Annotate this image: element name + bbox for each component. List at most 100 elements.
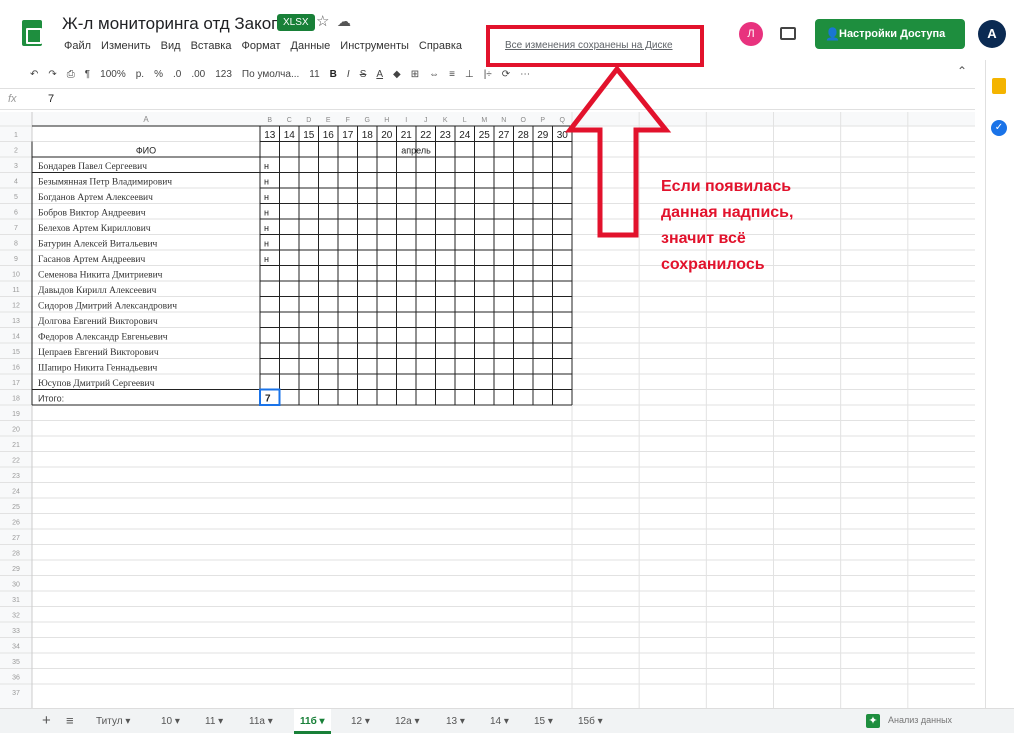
- align-icon[interactable]: ≡: [449, 69, 455, 80]
- row-number: 8: [14, 241, 18, 248]
- menu-edit[interactable]: Изменить: [101, 40, 151, 52]
- collaborator-avatar[interactable]: Л: [739, 22, 763, 46]
- sheet-tab[interactable]: 11б ▾: [294, 709, 331, 734]
- sheet-tab[interactable]: 11а ▾: [243, 709, 279, 734]
- sheet-tab[interactable]: 11 ▾: [199, 709, 229, 734]
- row-number: 29: [12, 566, 20, 573]
- fill-color-icon[interactable]: ◆: [393, 69, 401, 80]
- col-letter: I: [405, 117, 407, 124]
- rotate-icon[interactable]: ⟳: [502, 69, 510, 80]
- row-number: 25: [12, 504, 20, 511]
- all-sheets-icon[interactable]: ≡: [66, 713, 74, 728]
- user-avatar[interactable]: A: [978, 20, 1006, 48]
- row-number: 4: [14, 179, 18, 186]
- formula-bar: fx 7: [0, 88, 975, 110]
- percent-button[interactable]: %: [154, 69, 163, 80]
- day-number: 22: [420, 130, 432, 141]
- share-button[interactable]: 👤 Настройки Доступа: [815, 19, 965, 49]
- collapse-icon[interactable]: ⌃: [957, 64, 967, 78]
- sheet-tab[interactable]: 14 ▾: [484, 709, 515, 734]
- annotation-text: Если появилась данная надпись, значит вс…: [661, 178, 794, 273]
- more-icon[interactable]: ⋯: [520, 69, 530, 80]
- paint-format-icon[interactable]: ¶: [85, 69, 90, 80]
- formula-input[interactable]: 7: [48, 93, 54, 105]
- explore-label: Анализ данных: [888, 715, 953, 725]
- fio-header: ФИО: [136, 146, 156, 156]
- row-number: 18: [12, 396, 20, 403]
- number-format-select[interactable]: 123: [215, 69, 232, 80]
- menu-tools[interactable]: Инструменты: [340, 40, 409, 52]
- text-color-button[interactable]: A: [376, 69, 383, 80]
- explore-icon: ✦: [866, 714, 880, 728]
- total-label: Итого:: [38, 394, 64, 404]
- student-name: Шапиро Никита Геннадьевич: [38, 364, 158, 374]
- sheet-tab[interactable]: 10 ▾: [155, 709, 186, 734]
- wrap-icon[interactable]: |÷: [484, 69, 492, 80]
- student-name: Бобров Виктор Андреевич: [38, 208, 146, 219]
- fx-icon: fx: [8, 93, 17, 105]
- spreadsheet-grid[interactable]: A B C D E F G H I J K L M N O P Q 1 2 3 4 5 6 7 8 9 10 11 12 13 14 15 16…: [0, 112, 975, 708]
- row-number: 2: [14, 148, 18, 155]
- decimal-decrease-button[interactable]: .0: [173, 69, 181, 80]
- student-name: Федоров Александр Евгеньевич: [38, 333, 168, 343]
- highlight-box: [486, 25, 704, 67]
- decimal-increase-button[interactable]: .00: [191, 69, 205, 80]
- add-sheet-icon[interactable]: +: [42, 712, 51, 729]
- attendance-mark: н: [264, 161, 269, 171]
- italic-button[interactable]: I: [347, 69, 350, 80]
- col-letter: M: [481, 117, 487, 124]
- document-title[interactable]: Ж-л мониторинга отд Закопко: [62, 14, 297, 34]
- menu-insert[interactable]: Вставка: [191, 40, 232, 52]
- grid-canvas[interactable]: A B C D E F G H I J K L M N O P Q12345678910111213141516…: [0, 112, 975, 708]
- day-number: 13: [264, 130, 276, 141]
- star-icon[interactable]: ☆: [316, 12, 329, 30]
- row-number: 36: [12, 675, 20, 682]
- attendance-mark: н: [264, 254, 269, 264]
- sheet-tab[interactable]: 15 ▾: [528, 709, 559, 734]
- day-number: 16: [323, 130, 335, 141]
- menu-data[interactable]: Данные: [291, 40, 331, 52]
- sheet-tab[interactable]: Титул ▾: [90, 709, 136, 734]
- menu-format[interactable]: Формат: [241, 40, 280, 52]
- day-number: 17: [342, 130, 354, 141]
- menu-file[interactable]: Файл: [64, 40, 91, 52]
- comments-icon[interactable]: [780, 27, 796, 40]
- day-number: 30: [557, 130, 569, 141]
- zoom-select[interactable]: 100%: [100, 69, 126, 80]
- bold-button[interactable]: B: [330, 69, 337, 80]
- drive-icon[interactable]: ☁: [337, 13, 351, 30]
- redo-icon[interactable]: ↷: [48, 69, 56, 80]
- side-panel: ✓: [985, 60, 1014, 733]
- student-name: Гасанов Артем Андреевич: [38, 255, 145, 265]
- font-size-select[interactable]: 11: [309, 69, 319, 80]
- sheet-tab[interactable]: 15б ▾: [572, 709, 609, 734]
- student-name: Бондарев Павел Сергеевич: [38, 162, 147, 172]
- col-letter: Q: [560, 117, 566, 124]
- print-icon[interactable]: ⎙: [67, 69, 75, 80]
- day-number: 14: [284, 130, 296, 141]
- font-select[interactable]: По умолча...: [242, 69, 299, 80]
- explore-button[interactable]: ✦ Анализ данных: [866, 714, 984, 730]
- col-letter: A: [143, 115, 149, 124]
- row-number: 26: [12, 520, 20, 527]
- menu-help[interactable]: Справка: [419, 40, 462, 52]
- borders-icon[interactable]: ⊞: [411, 69, 419, 80]
- day-number: 29: [537, 130, 549, 141]
- sheet-tab[interactable]: 12а ▾: [389, 709, 425, 734]
- valign-icon[interactable]: ⊥: [465, 69, 474, 80]
- menu-view[interactable]: Вид: [161, 40, 181, 52]
- row-number: 1: [14, 132, 18, 139]
- undo-icon[interactable]: ↶: [30, 69, 38, 80]
- merge-icon[interactable]: ⇔: [429, 69, 439, 80]
- tasks-icon[interactable]: ✓: [991, 120, 1007, 136]
- sheet-tab[interactable]: 13 ▾: [440, 709, 471, 734]
- strikethrough-button[interactable]: S: [360, 69, 367, 80]
- day-number: 28: [518, 130, 530, 141]
- lock-icon: 👤: [825, 27, 840, 41]
- row-number: 12: [12, 303, 20, 310]
- day-number: 23: [440, 130, 452, 141]
- keep-icon[interactable]: [992, 78, 1006, 94]
- sheet-tab[interactable]: 12 ▾: [345, 709, 376, 734]
- currency-button[interactable]: р.: [136, 69, 144, 80]
- sheets-logo-icon[interactable]: [22, 20, 42, 46]
